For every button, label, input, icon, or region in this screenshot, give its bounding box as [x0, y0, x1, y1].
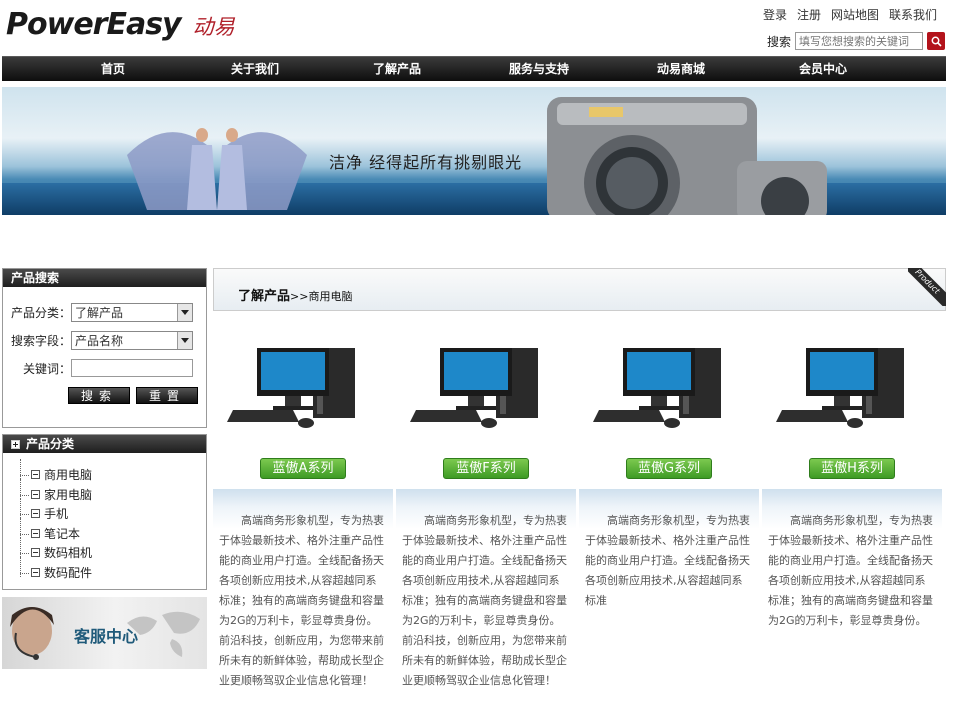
product-name-button[interactable]: 蓝傲H系列: [809, 458, 895, 479]
reset-button[interactable]: 重置: [136, 387, 198, 404]
nav-about[interactable]: 关于我们: [184, 57, 326, 81]
product-name-button[interactable]: 蓝傲F系列: [443, 458, 529, 479]
nav-service[interactable]: 服务与支持: [468, 57, 610, 81]
product-image[interactable]: [762, 330, 942, 430]
product-card: 蓝傲F系列 高端商务形象机型，专为热衷于体验最新技术、格外注重产品性能的商业用户…: [396, 330, 576, 709]
logo-text-en: PowerEasy: [6, 7, 182, 42]
dancers-image: [127, 128, 307, 210]
logo-text-cn: 动易: [192, 15, 235, 39]
field-label: 搜索字段：: [10, 334, 71, 348]
search-input[interactable]: [795, 32, 923, 50]
category-item[interactable]: 商用电脑: [17, 459, 93, 485]
nav-products[interactable]: 了解产品: [326, 57, 468, 81]
product-grid: 蓝傲A系列 高端商务形象机型，专为热衷于体验最新技术、格外注重产品性能的商业用户…: [213, 330, 946, 709]
tree-node-icon: [31, 470, 40, 480]
keyword-label: 关键词：: [22, 361, 71, 376]
product-description: 高端商务形象机型，专为热衷于体验最新技术、格外注重产品性能的商业用户打造。全线配…: [579, 489, 759, 709]
tree-node-icon: [31, 509, 40, 519]
product-category-panel: 产品分类 商用电脑 家用电脑 手机 笔记本 数码相机 数码配件: [2, 434, 207, 590]
panel-header: 产品分类: [3, 435, 206, 453]
category-select[interactable]: 了解产品: [71, 303, 193, 322]
tree-node-icon: [31, 548, 40, 558]
register-link[interactable]: 注册: [797, 6, 821, 23]
panel-title: 产品搜索: [3, 269, 206, 287]
desktop-computer-image: [776, 348, 904, 428]
banner-slogan: 洁净 经得起所有挑剔眼光: [329, 153, 523, 172]
chevron-down-icon: [177, 304, 192, 321]
content-title: 了解产品>>商用电脑: [238, 285, 352, 304]
corner-ribbon: Product: [908, 268, 946, 306]
category-item-label: 笔记本: [44, 526, 81, 541]
field-value: 产品名称: [75, 334, 124, 348]
search-label: 搜索: [766, 34, 791, 49]
product-description: 高端商务形象机型，专为热衷于体验最新技术、格外注重产品性能的商业用户打造。全线配…: [762, 489, 942, 709]
main-nav: 首页 关于我们 了解产品 服务与支持 动易商城 会员中心: [2, 56, 946, 81]
search-buttons: 搜索 重置: [68, 387, 198, 404]
product-image[interactable]: [213, 330, 393, 430]
tree-node-icon: [31, 489, 40, 499]
product-search-button[interactable]: 搜索: [68, 387, 130, 404]
category-item-label: 商用电脑: [44, 468, 93, 483]
product-card: 蓝傲H系列 高端商务形象机型，专为热衷于体验最新技术、格外注重产品性能的商业用户…: [762, 330, 942, 709]
tree-node-icon: [31, 528, 40, 538]
category-item[interactable]: 笔记本: [17, 517, 92, 544]
hero-banner: 洁净 经得起所有挑剔眼光: [2, 87, 946, 215]
service-label: 客服中心: [74, 627, 139, 646]
category-item-label: 手机: [44, 507, 69, 522]
chevron-down-icon: [177, 332, 192, 349]
content-header: 了解产品>>商用电脑 Product: [213, 268, 946, 311]
search-icon: [931, 36, 942, 47]
contact-link[interactable]: 联系我们: [889, 6, 937, 23]
search-button[interactable]: [927, 32, 945, 50]
support-agent-image: [10, 607, 54, 660]
product-image[interactable]: [396, 330, 576, 430]
washing-machine-image: [547, 97, 827, 215]
product-description: 高端商务形象机型，专为热衷于体验最新技术、格外注重产品性能的商业用户打造。全线配…: [213, 489, 393, 709]
panel-title: 产品分类: [26, 437, 75, 451]
section-title: 了解产品: [238, 289, 291, 304]
sitemap-link[interactable]: 网站地图: [831, 6, 879, 23]
product-name-button[interactable]: 蓝傲G系列: [626, 458, 712, 479]
category-label: 产品分类：: [10, 306, 71, 320]
category-item-label: 数码相机: [44, 546, 93, 561]
field-select[interactable]: 产品名称: [71, 331, 193, 350]
keyword-row: 关键词：: [9, 359, 193, 377]
login-link[interactable]: 登录: [763, 6, 787, 23]
product-description: 高端商务形象机型，专为热衷于体验最新技术、格外注重产品性能的商业用户打造。全线配…: [396, 489, 576, 709]
category-item[interactable]: 家用电脑: [17, 478, 93, 505]
category-item-label: 家用电脑: [44, 487, 93, 502]
keyword-input[interactable]: [71, 359, 193, 377]
site-search: 搜索: [767, 32, 945, 50]
collapse-icon: [11, 439, 20, 449]
product-card: 蓝傲G系列 高端商务形象机型，专为热衷于体验最新技术、格外注重产品性能的商业用户…: [579, 330, 759, 709]
desktop-computer-image: [410, 348, 538, 428]
category-value: 了解产品: [75, 306, 124, 320]
customer-service-banner[interactable]: 客服中心: [2, 597, 207, 669]
nav-home[interactable]: 首页: [42, 57, 184, 81]
product-image[interactable]: [579, 330, 759, 430]
category-item[interactable]: 数码相机: [17, 537, 93, 563]
category-item[interactable]: 数码配件: [17, 556, 93, 583]
top-links: 登录 注册 网站地图 联系我们: [763, 6, 937, 23]
product-search-panel: 产品搜索 产品分类： 了解产品 搜索字段： 产品名称 关键词： 搜索 重置: [2, 268, 207, 428]
corner-ribbon-label: Product: [908, 268, 946, 306]
nav-mall[interactable]: 动易商城: [610, 57, 752, 81]
breadcrumb: >>商用电脑: [290, 290, 353, 303]
category-tree: 商用电脑 家用电脑 手机 笔记本 数码相机 数码配件: [17, 459, 93, 583]
category-item-label: 数码配件: [44, 565, 93, 580]
product-card: 蓝傲A系列 高端商务形象机型，专为热衷于体验最新技术、格外注重产品性能的商业用户…: [213, 330, 393, 709]
product-name-button[interactable]: 蓝傲A系列: [260, 458, 346, 479]
desktop-computer-image: [227, 348, 355, 428]
tree-node-icon: [31, 567, 40, 577]
desktop-computer-image: [593, 348, 721, 428]
category-row: 产品分类： 了解产品: [9, 303, 193, 322]
field-row: 搜索字段： 产品名称: [9, 331, 193, 350]
nav-member[interactable]: 会员中心: [752, 57, 894, 81]
site-logo[interactable]: PowerEasy 动易: [6, 6, 235, 42]
category-item[interactable]: 手机: [17, 498, 92, 524]
